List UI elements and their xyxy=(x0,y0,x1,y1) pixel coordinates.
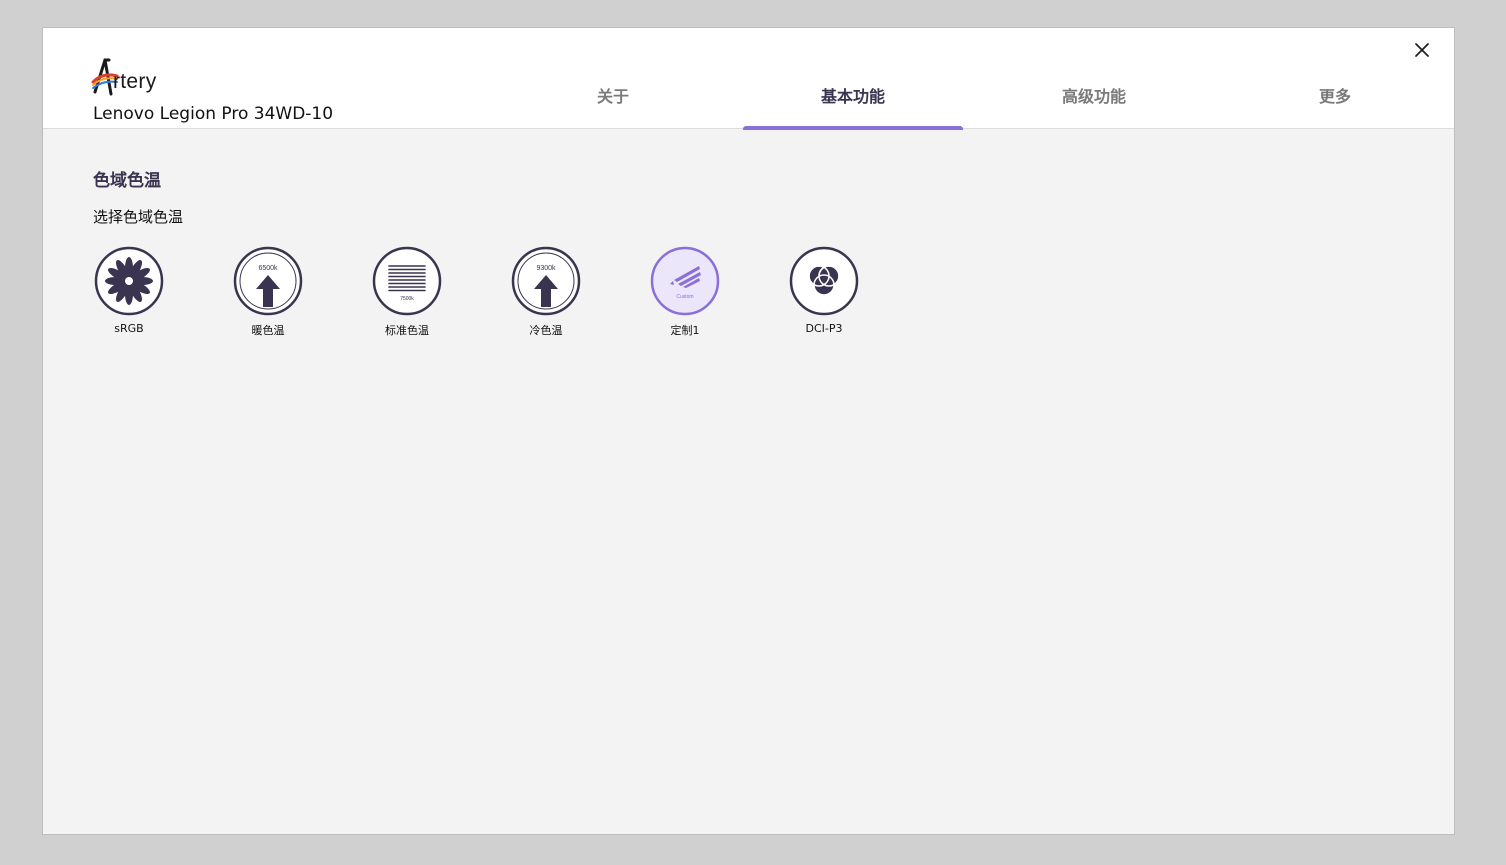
mode-label: 标准色温 xyxy=(385,324,429,337)
arrow-up-icon: 9300k xyxy=(511,246,581,316)
tab-advanced-features[interactable]: 高级功能 xyxy=(984,28,1204,129)
mode-label: DCI-P3 xyxy=(805,322,843,335)
icon-caption: 9300k xyxy=(536,265,556,272)
mode-warm[interactable]: 6500k 暖色温 xyxy=(232,246,304,338)
tab-bar: 关于 基本功能 高级功能 更多 xyxy=(503,28,1456,130)
custom-icon: Custom xyxy=(650,246,720,316)
icon-caption: 7500k xyxy=(400,296,414,302)
icon-caption: Custom xyxy=(676,294,693,300)
mode-custom-1[interactable]: Custom 定制1 xyxy=(649,246,721,338)
header: rtery Lenovo Legion Pro 34WD-10 关于 基本功能 … xyxy=(43,28,1456,130)
arrow-up-icon: 6500k xyxy=(233,246,303,316)
close-button[interactable] xyxy=(1412,40,1432,60)
mode-srgb[interactable]: sRGB xyxy=(93,246,165,335)
logo-text: rtery xyxy=(113,70,157,93)
tab-label: 关于 xyxy=(596,87,629,106)
tab-basic-features[interactable]: 基本功能 xyxy=(743,28,963,130)
mode-cool[interactable]: 9300k 冷色温 xyxy=(510,246,582,338)
tab-label: 高级功能 xyxy=(1061,87,1126,106)
mode-label: 定制1 xyxy=(670,324,700,337)
tab-label: 基本功能 xyxy=(820,87,885,106)
section-subtitle: 选择色域色温 xyxy=(93,208,184,226)
icon-caption: 6500k xyxy=(258,265,278,272)
close-icon xyxy=(1415,43,1429,57)
venn-icon xyxy=(789,246,859,316)
section-title: 色域色温 xyxy=(93,171,161,191)
mode-dci-p3[interactable]: DCI-P3 xyxy=(788,246,860,335)
lines-icon: 7500k xyxy=(372,246,442,316)
tab-about[interactable]: 关于 xyxy=(503,28,723,129)
mode-label: sRGB xyxy=(114,322,144,335)
tab-label: 更多 xyxy=(1318,87,1351,106)
mode-label: 冷色温 xyxy=(529,324,563,337)
artery-logo: rtery xyxy=(91,56,181,98)
app-window: rtery Lenovo Legion Pro 34WD-10 关于 基本功能 … xyxy=(42,27,1455,835)
active-tab-indicator xyxy=(743,126,963,130)
device-name: Lenovo Legion Pro 34WD-10 xyxy=(93,104,334,124)
mode-label: 暖色温 xyxy=(251,324,285,337)
flower-icon xyxy=(94,246,164,316)
mode-standard[interactable]: 7500k 标准色温 xyxy=(371,246,443,338)
